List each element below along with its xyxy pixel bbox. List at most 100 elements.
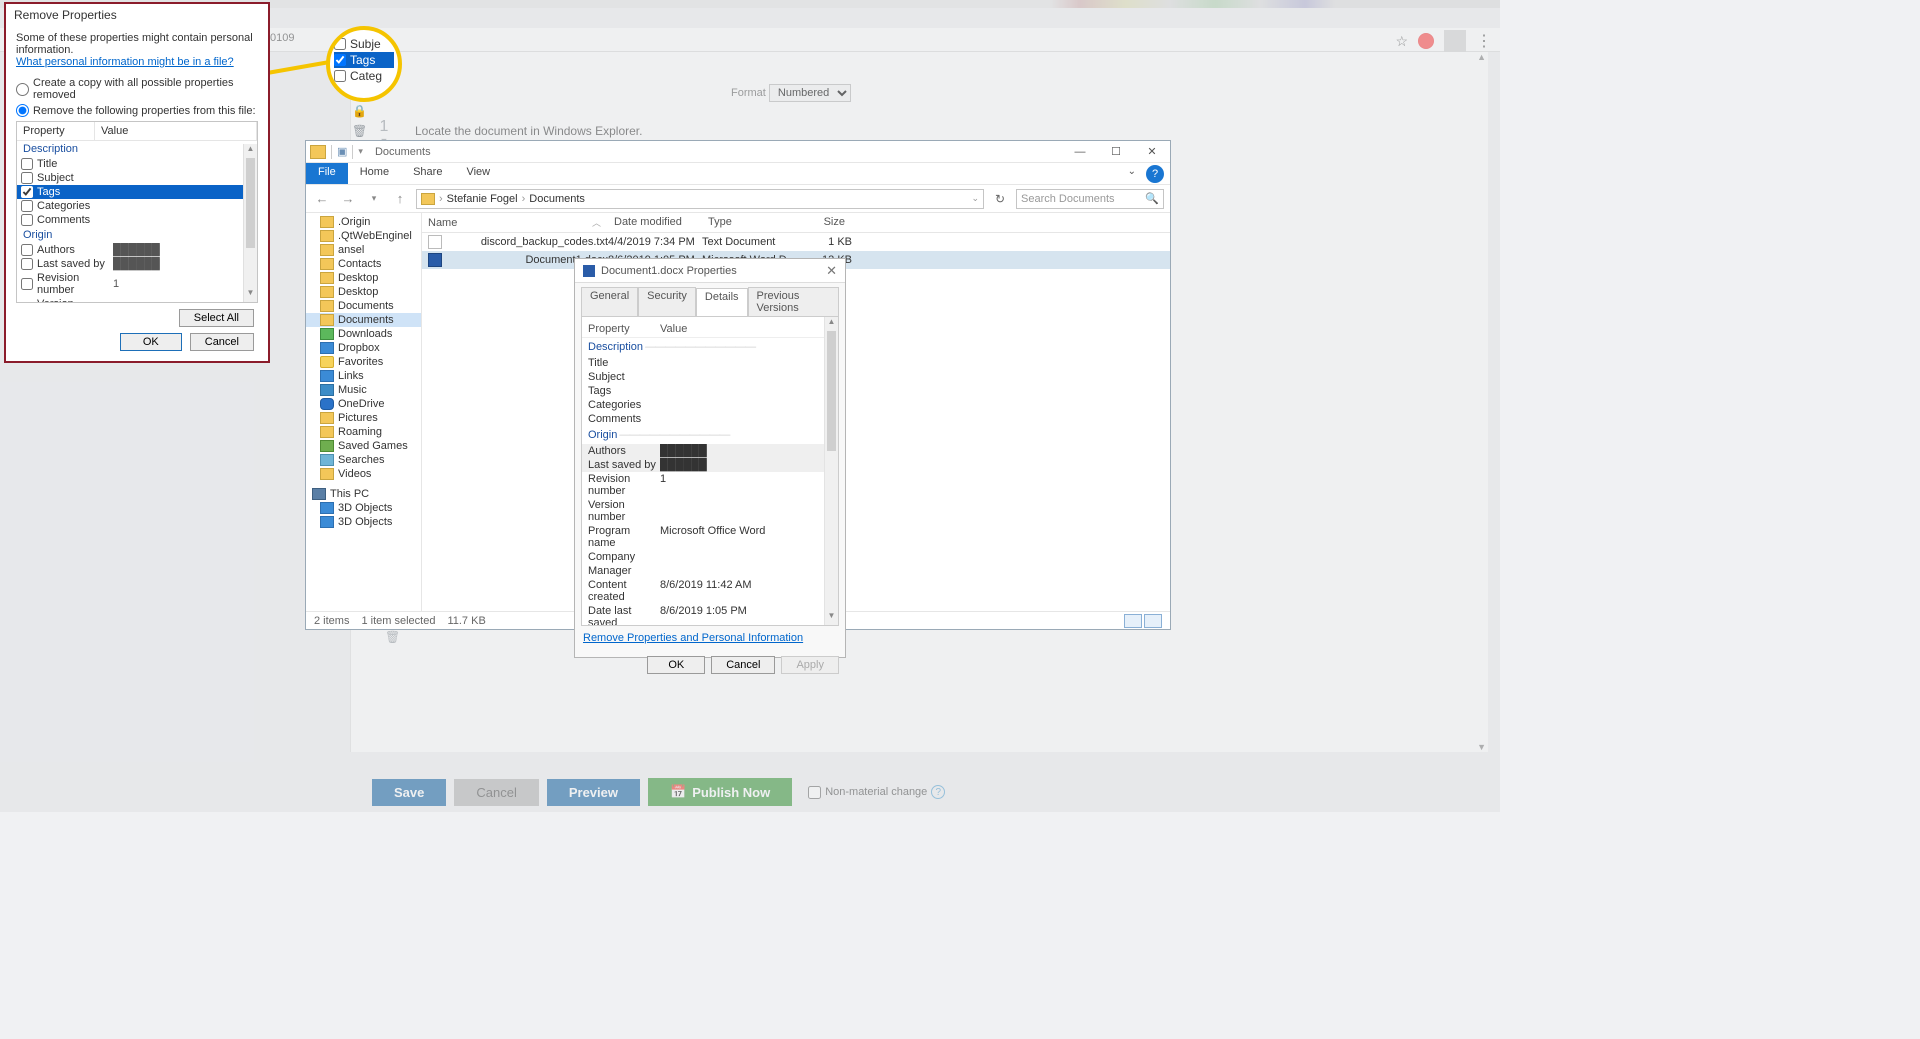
property-row[interactable]: Authors██████: [582, 444, 838, 458]
publish-now-button[interactable]: 📅 Publish Now: [648, 778, 792, 806]
nav-item[interactable]: Videos: [306, 467, 421, 481]
property-row[interactable]: Categories: [17, 199, 257, 213]
property-row[interactable]: Last saved by██████: [17, 257, 257, 271]
property-row[interactable]: Date last saved8/6/2019 1:05 PM: [582, 604, 838, 626]
property-row[interactable]: Subject: [17, 171, 257, 185]
maximize-button[interactable]: ☐: [1098, 141, 1134, 163]
property-row[interactable]: Tags: [582, 384, 838, 398]
list-scrollbar[interactable]: ▲▼: [243, 144, 257, 302]
crumb-1[interactable]: Documents: [529, 193, 585, 205]
nav-item[interactable]: Links: [306, 369, 421, 383]
property-row[interactable]: Comments: [582, 412, 838, 426]
ribbon-tab-share[interactable]: Share: [401, 163, 454, 184]
explorer-titlebar[interactable]: ▣ ▾ Documents — ☐ ✕: [306, 141, 1170, 163]
ok-button[interactable]: OK: [647, 656, 705, 674]
remove-properties-link[interactable]: Remove Properties and Personal Informati…: [575, 626, 811, 650]
qat-dropdown-icon[interactable]: ▾: [358, 146, 363, 157]
nav-item[interactable]: 3D Objects: [306, 501, 421, 515]
view-details-button[interactable]: [1124, 614, 1142, 628]
panel-scrollbar[interactable]: ▲▼: [824, 317, 838, 625]
property-row[interactable]: Program nameMicrosoft Office Word: [582, 524, 838, 550]
crumb-0[interactable]: Stefanie Fogel: [447, 193, 518, 205]
preview-button[interactable]: Preview: [547, 779, 640, 806]
lock-icon[interactable]: 🔒: [352, 104, 367, 118]
nav-back-icon[interactable]: ←: [312, 189, 332, 209]
nav-forward-icon[interactable]: →: [338, 189, 358, 209]
nav-item[interactable]: ansel: [306, 243, 421, 257]
nav-item[interactable]: Documents: [306, 299, 421, 313]
properties-tab[interactable]: General: [581, 287, 638, 316]
nav-item[interactable]: Roaming: [306, 425, 421, 439]
property-row[interactable]: Comments: [17, 213, 257, 227]
properties-tab[interactable]: Security: [638, 287, 696, 316]
properties-tab[interactable]: Details: [696, 288, 748, 317]
nav-item[interactable]: Documents: [306, 313, 421, 327]
view-icons-button[interactable]: [1144, 614, 1162, 628]
nav-item[interactable]: .QtWebEnginel: [306, 229, 421, 243]
nav-item[interactable]: Dropbox: [306, 341, 421, 355]
property-row[interactable]: Authors██████: [17, 243, 257, 257]
format-select[interactable]: Numbered: [769, 84, 851, 102]
breadcrumb[interactable]: › Stefanie Fogel › Documents ⌄: [416, 189, 984, 209]
nav-item[interactable]: Desktop: [306, 271, 421, 285]
trash-icon[interactable]: 🗑: [385, 630, 400, 644]
ribbon-tab-home[interactable]: Home: [348, 163, 401, 184]
radio-create-copy[interactable]: Create a copy with all possible properti…: [16, 77, 258, 101]
minimize-button[interactable]: —: [1062, 141, 1098, 163]
nav-item[interactable]: Desktop: [306, 285, 421, 299]
property-row[interactable]: Revision number1: [17, 271, 257, 297]
nav-item[interactable]: Searches: [306, 453, 421, 467]
property-row[interactable]: Categories: [582, 398, 838, 412]
qat-icon[interactable]: ▣: [337, 145, 347, 158]
nav-item[interactable]: This PC: [306, 487, 421, 501]
file-list-header[interactable]: Name︿ Date modified Type Size: [422, 213, 1170, 233]
property-row[interactable]: Content created8/6/2019 11:42 AM: [582, 578, 838, 604]
help-icon[interactable]: ?: [1146, 165, 1164, 183]
nav-item[interactable]: Music: [306, 383, 421, 397]
scroll-up-icon[interactable]: ▲: [1477, 52, 1486, 62]
cancel-button[interactable]: Cancel: [454, 779, 538, 806]
browser-menu-icon[interactable]: ⋮: [1476, 31, 1492, 51]
ribbon-tab-file[interactable]: File: [306, 163, 348, 184]
save-button[interactable]: Save: [372, 779, 446, 806]
personal-info-link[interactable]: What personal information might be in a …: [16, 56, 258, 68]
ribbon-collapse-icon[interactable]: ⌄: [1122, 163, 1142, 184]
property-row[interactable]: Revision number1: [582, 472, 838, 498]
properties-tab[interactable]: Previous Versions: [748, 287, 839, 316]
close-icon[interactable]: ✕: [826, 263, 837, 279]
refresh-icon[interactable]: ↻: [990, 192, 1010, 206]
opera-icon[interactable]: [1418, 33, 1434, 49]
nav-item[interactable]: Saved Games: [306, 439, 421, 453]
ok-button[interactable]: OK: [120, 333, 182, 351]
nav-up-icon[interactable]: ↑: [390, 189, 410, 209]
nav-item[interactable]: Pictures: [306, 411, 421, 425]
property-row[interactable]: Tags: [17, 185, 257, 199]
file-row[interactable]: discord_backup_codes.txt4/4/2019 7:34 PM…: [422, 233, 1170, 251]
explorer-nav-tree[interactable]: .Origin.QtWebEnginelanselContactsDesktop…: [306, 213, 422, 611]
property-row[interactable]: Subject: [582, 370, 838, 384]
nav-item[interactable]: Downloads: [306, 327, 421, 341]
help-tooltip-icon[interactable]: ?: [931, 785, 945, 799]
nav-recent-icon[interactable]: ▾: [364, 189, 384, 209]
cancel-button[interactable]: Cancel: [190, 333, 254, 351]
close-button[interactable]: ✕: [1134, 141, 1170, 163]
apply-button[interactable]: Apply: [781, 656, 839, 674]
ribbon-tab-view[interactable]: View: [454, 163, 502, 184]
property-row[interactable]: Last saved by██████: [582, 458, 838, 472]
property-row[interactable]: Title: [17, 157, 257, 171]
property-row[interactable]: Title: [582, 356, 838, 370]
property-row[interactable]: Manager: [582, 564, 838, 578]
radio-remove-following[interactable]: Remove the following properties from thi…: [16, 104, 258, 117]
trash-icon[interactable]: 🗑: [352, 124, 367, 138]
property-row[interactable]: Version number: [17, 297, 257, 303]
properties-titlebar[interactable]: Document1.docx Properties ✕: [575, 259, 845, 283]
profile-avatar[interactable]: [1444, 30, 1466, 52]
search-input[interactable]: Search Documents 🔍: [1016, 189, 1164, 209]
bookmark-star-icon[interactable]: ☆: [1395, 33, 1408, 50]
cancel-button[interactable]: Cancel: [711, 656, 775, 674]
nav-item[interactable]: .Origin: [306, 215, 421, 229]
select-all-button[interactable]: Select All: [179, 309, 254, 327]
property-row[interactable]: Company: [582, 550, 838, 564]
nav-item[interactable]: OneDrive: [306, 397, 421, 411]
non-material-change-checkbox[interactable]: Non-material change ?: [808, 785, 945, 799]
